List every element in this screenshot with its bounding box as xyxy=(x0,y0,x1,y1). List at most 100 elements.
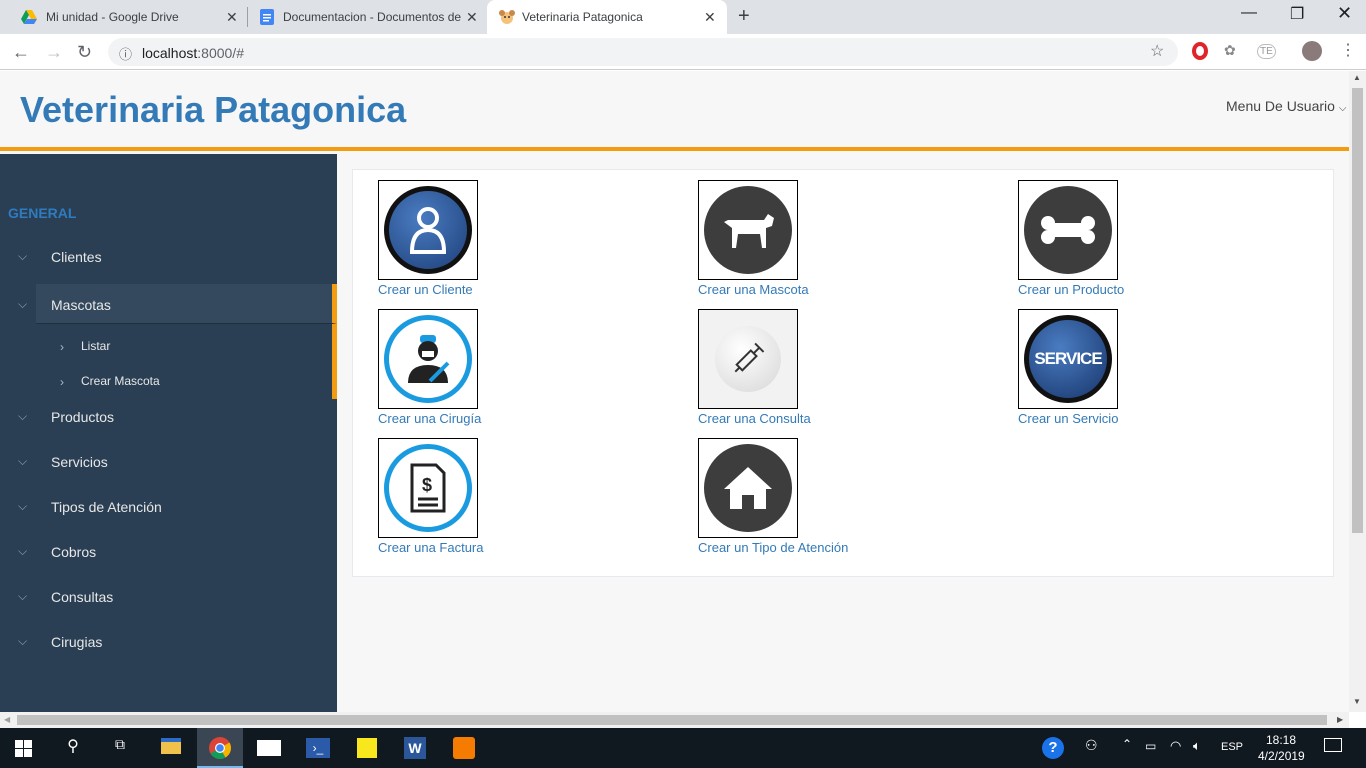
invoice-icon[interactable]: $ xyxy=(378,438,478,538)
close-icon[interactable]: ✕ xyxy=(704,9,716,26)
battery-icon[interactable]: ▭ xyxy=(1145,739,1156,753)
sidebar-item-servicios[interactable]: ⌵ Servicios xyxy=(0,441,337,486)
file-explorer-icon[interactable] xyxy=(161,738,181,754)
info-icon[interactable]: ⓘ xyxy=(119,44,132,63)
chevron-down-icon: ⌵ xyxy=(18,249,28,263)
sidebar-item-cirugias[interactable]: ⌵ Cirugias xyxy=(0,621,337,666)
service-icon[interactable]: SERVICE xyxy=(1018,309,1118,409)
chevron-up-icon[interactable]: ⌃ xyxy=(1122,737,1132,751)
page: Veterinaria Patagonica Menu De Usuario ⌵… xyxy=(0,71,1349,712)
pdf-app-icon[interactable] xyxy=(453,737,475,759)
syringe-icon[interactable] xyxy=(698,309,798,409)
taskbar: ⚲ ⧉ ›_ W ? ⚇ ⌃ ▭ ◠ 🔈︎ ESP 18:18 4/2/2019 xyxy=(0,728,1366,768)
card-crear-tipo-atencion[interactable]: Crear un Tipo de Atención xyxy=(698,438,998,558)
sidebar-item-productos[interactable]: ⌵ Productos xyxy=(0,396,337,441)
scroll-down-icon[interactable]: ▼ xyxy=(1353,697,1361,706)
sidebar-item-cobros[interactable]: ⌵ Cobros xyxy=(0,531,337,576)
dog-favicon-icon xyxy=(499,10,515,24)
task-view-icon[interactable]: ⧉ xyxy=(108,736,132,760)
profile-avatar[interactable] xyxy=(1302,41,1322,61)
new-tab-button[interactable]: + xyxy=(738,5,750,28)
back-icon[interactable]: ← xyxy=(12,42,30,63)
sidebar-item-mascotas[interactable]: ⌵ Mascotas xyxy=(18,284,337,324)
powershell-icon[interactable]: ›_ xyxy=(306,738,330,758)
sticky-notes-icon[interactable] xyxy=(357,738,377,758)
card-link[interactable]: Crear una Consulta xyxy=(698,411,811,426)
clock[interactable]: 18:18 4/2/2019 xyxy=(1258,732,1305,764)
scroll-left-icon[interactable]: ◀ xyxy=(4,715,10,724)
scroll-right-icon[interactable]: ▶ xyxy=(1337,715,1343,724)
scrollbar-thumb[interactable] xyxy=(1352,88,1363,533)
vertical-scrollbar[interactable]: ▲ ▼ xyxy=(1349,71,1366,712)
tab-google-drive[interactable]: Mi unidad - Google Drive ✕ xyxy=(8,0,246,34)
card-link[interactable]: Crear un Servicio xyxy=(1018,411,1118,426)
forward-icon[interactable]: → xyxy=(45,42,63,63)
notifications-icon[interactable] xyxy=(1324,738,1342,752)
language-indicator[interactable]: ESP xyxy=(1221,741,1243,753)
chevron-down-icon: ⌵ xyxy=(1338,103,1347,114)
url-text: localhost:8000/# xyxy=(142,45,244,61)
card-crear-factura[interactable]: $ Crear una Factura xyxy=(378,438,678,558)
chrome-taskbar-button[interactable] xyxy=(197,728,243,768)
horizontal-scrollbar[interactable]: ◀ ▶ xyxy=(0,712,1349,728)
help-icon[interactable]: ? xyxy=(1042,737,1064,759)
document-dollar-glyph: $ xyxy=(410,463,446,513)
card-link[interactable]: Crear un Tipo de Atención xyxy=(698,540,848,555)
chevron-down-icon: ⌵ xyxy=(18,499,28,513)
card-crear-cirugia[interactable]: Crear una Cirugía xyxy=(378,309,678,429)
close-window-icon[interactable]: ✕ xyxy=(1337,3,1352,24)
mail-icon[interactable] xyxy=(257,740,281,756)
sidebar-item-label: Clientes xyxy=(51,249,102,265)
sidebar-item-label: Consultas xyxy=(51,589,114,605)
windows-start-icon[interactable] xyxy=(15,740,32,757)
card-link[interactable]: Crear una Factura xyxy=(378,540,484,555)
wifi-icon[interactable]: ◠ xyxy=(1170,738,1181,754)
card-crear-servicio[interactable]: SERVICE Crear un Servicio xyxy=(1018,309,1318,429)
submenu-item-label: Listar xyxy=(81,339,111,353)
card-link[interactable]: Crear una Cirugía xyxy=(378,411,481,426)
card-link[interactable]: Crear un Producto xyxy=(1018,282,1124,297)
volume-icon[interactable]: 🔈︎ xyxy=(1193,738,1201,754)
top-navbar: Veterinaria Patagonica Menu De Usuario ⌵ xyxy=(0,71,1349,151)
card-link[interactable]: Crear una Mascota xyxy=(698,282,809,297)
tab-veterinaria[interactable]: Veterinaria Patagonica ✕ xyxy=(487,0,727,34)
more-menu-icon[interactable]: ⋮ xyxy=(1340,40,1356,60)
search-icon[interactable]: ⚲ xyxy=(61,736,85,760)
tab-title: Veterinaria Patagonica xyxy=(522,10,643,24)
people-icon[interactable]: ⚇ xyxy=(1085,737,1098,754)
sidebar-item-tipos-atencion[interactable]: ⌵ Tipos de Atención xyxy=(0,486,337,531)
dog-icon[interactable] xyxy=(698,180,798,280)
minimize-icon[interactable]: — xyxy=(1241,4,1257,22)
card-crear-producto[interactable]: Crear un Producto xyxy=(1018,180,1318,300)
tab-title: Documentacion - Documentos de Google xyxy=(283,10,463,24)
card-crear-consulta[interactable]: Crear una Consulta xyxy=(698,309,998,429)
opera-extension-icon[interactable] xyxy=(1192,42,1208,60)
translate-extension-icon[interactable]: TE xyxy=(1257,44,1276,59)
bone-icon[interactable] xyxy=(1018,180,1118,280)
sidebar-item-label: Cirugias xyxy=(51,634,103,650)
extension-icon[interactable]: ✿ xyxy=(1224,42,1236,59)
google-docs-icon xyxy=(260,9,274,25)
surgeon-icon[interactable] xyxy=(378,309,478,409)
tab-documentacion[interactable]: Documentacion - Documentos de Google ✕ xyxy=(248,0,486,34)
scroll-up-icon[interactable]: ▲ xyxy=(1353,73,1361,82)
restore-icon[interactable]: ❐ xyxy=(1290,4,1304,24)
scrollbar-thumb[interactable] xyxy=(17,715,1327,725)
house-icon[interactable] xyxy=(698,438,798,538)
word-icon[interactable]: W xyxy=(404,737,426,759)
bookmark-star-icon[interactable]: ☆ xyxy=(1150,41,1164,61)
reload-icon[interactable]: ↻ xyxy=(77,42,92,63)
sidebar-item-label: Cobros xyxy=(51,544,97,560)
card-crear-mascota[interactable]: Crear una Mascota xyxy=(698,180,998,300)
close-icon[interactable]: ✕ xyxy=(466,9,478,26)
address-bar[interactable]: ⓘ localhost:8000/# ☆ xyxy=(108,38,1178,66)
client-icon[interactable] xyxy=(378,180,478,280)
close-icon[interactable]: ✕ xyxy=(226,9,238,26)
user-menu[interactable]: Menu De Usuario ⌵ xyxy=(1226,98,1346,114)
site-title[interactable]: Veterinaria Patagonica xyxy=(20,89,406,131)
card-crear-cliente[interactable]: Crear un Cliente xyxy=(378,180,678,300)
sidebar-item-consultas[interactable]: ⌵ Consultas xyxy=(0,576,337,621)
sidebar-item-clientes[interactable]: ⌵ Clientes xyxy=(0,236,337,281)
browser-toolbar: ← → ↻ ⓘ localhost:8000/# ☆ ✿ TE ⋮ xyxy=(0,34,1366,70)
card-link[interactable]: Crear un Cliente xyxy=(378,282,473,297)
